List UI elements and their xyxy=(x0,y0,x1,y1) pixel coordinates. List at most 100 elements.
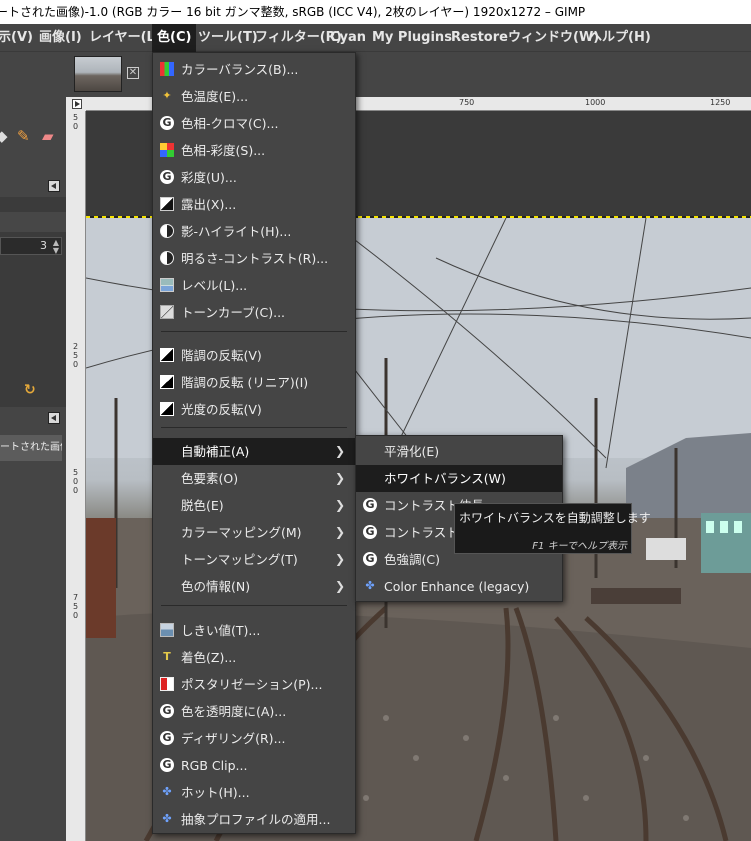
menu-item-hue-chroma[interactable]: G 色相-クロマ(C)... xyxy=(153,110,355,137)
menu-item-hot[interactable]: ✤ ホット(H)... xyxy=(153,779,355,806)
menu-item-info[interactable]: 色の情報(N) ❯ xyxy=(153,573,355,600)
menu-item-rgb-clip[interactable]: G RGB Clip... xyxy=(153,752,355,779)
tool-options-header xyxy=(0,212,66,232)
colors-menu: カラーバランス(B)... ✦ 色温度(E)... G 色相-クロマ(C)...… xyxy=(152,52,356,834)
menu-item-equalize[interactable]: 平滑化(E) xyxy=(356,438,562,465)
size-spinbox[interactable]: 3 ▲ ▼ xyxy=(0,237,62,255)
menu-cyan[interactable]: Cyan xyxy=(330,24,366,52)
close-image-icon[interactable]: ✕ xyxy=(127,67,139,79)
menu-item-abstract-profile[interactable]: ✤ 抽象プロファイルの適用... xyxy=(153,806,355,833)
menu-help[interactable]: ヘルプ(H) xyxy=(589,24,651,52)
menu-item-auto[interactable]: 自動補正(A) ❯ xyxy=(153,438,355,465)
chevron-right-icon: ❯ xyxy=(334,444,345,458)
color-balance-icon xyxy=(160,62,174,76)
tooltip-help-hint: F1 キーでヘルプ表示 xyxy=(532,541,627,552)
plugin-icon: ✤ xyxy=(162,785,172,798)
curves-icon xyxy=(160,305,174,319)
menu-item-levels[interactable]: レベル(L)... xyxy=(153,272,355,299)
menu-item-components[interactable]: 色要素(O) ❯ xyxy=(153,465,355,492)
menu-item-color-temperature[interactable]: ✦ 色温度(E)... xyxy=(153,83,355,110)
menu-item-color-map[interactable]: カラーマッピング(M) ❯ xyxy=(153,519,355,546)
menu-item-shadows-highlights[interactable]: 影-ハイライト(H)... xyxy=(153,218,355,245)
ruler-tick-label: 5 xyxy=(73,113,79,122)
bucket-tool-icon[interactable]: ◆ xyxy=(0,127,8,145)
invert-icon xyxy=(160,348,174,362)
menu-item-brightness-contrast[interactable]: 明るさ-コントラスト(R)... xyxy=(153,245,355,272)
reset-icon[interactable]: ↻ xyxy=(24,382,36,398)
posterize-icon xyxy=(160,677,174,691)
menu-colors[interactable]: 色(C) xyxy=(152,24,197,52)
menu-item-value-invert[interactable]: 光度の反転(V) xyxy=(153,396,355,423)
gegl-icon: G xyxy=(160,731,174,745)
menu-item-posterize[interactable]: ポスタリゼーション(P)... xyxy=(153,671,355,698)
exposure-icon xyxy=(160,197,174,211)
invert-icon xyxy=(160,375,174,389)
ruler-tick-label: 5 xyxy=(73,468,79,477)
menu-item-color-enhance-legacy[interactable]: ✤ Color Enhance (legacy) xyxy=(356,573,562,600)
menubar: 示(V) 画像(I) レイヤー(L) 色(C) ツール(T) フィルター(R) … xyxy=(0,24,751,52)
menu-item-color-to-alpha[interactable]: G 色を透明度に(A)... xyxy=(153,698,355,725)
menu-restore[interactable]: Restore xyxy=(451,24,508,52)
color-temperature-icon: ✦ xyxy=(162,89,172,102)
chevron-right-icon: ❯ xyxy=(334,498,345,512)
ruler-tick-label: 0 xyxy=(73,611,79,620)
chevron-right-icon: ❯ xyxy=(334,552,345,566)
ruler-tick-label: 5 xyxy=(73,351,79,360)
tooltip-text: ホワイトバランスを自動調整します xyxy=(459,511,651,525)
size-value: 3 xyxy=(40,239,47,252)
dock-menu-button-2[interactable] xyxy=(48,412,60,424)
menu-separator xyxy=(161,427,347,428)
dock-menu-button[interactable] xyxy=(48,180,60,192)
gegl-icon: G xyxy=(160,170,174,184)
menu-filters[interactable]: フィルター(R) xyxy=(255,24,342,52)
spin-arrows-icon[interactable]: ▲ ▼ xyxy=(53,239,59,255)
chevron-right-icon: ❯ xyxy=(334,579,345,593)
plugin-icon: ✤ xyxy=(162,812,172,825)
ruler-tick-label: 0 xyxy=(73,360,79,369)
menu-item-colorize[interactable]: T 着色(Z)... xyxy=(153,644,355,671)
menu-item-dither[interactable]: G ディザリング(R)... xyxy=(153,725,355,752)
ruler-tick-label: 1000 xyxy=(585,98,606,107)
gegl-icon: G xyxy=(363,552,377,566)
ruler-tick-label: 1250 xyxy=(710,98,731,107)
menu-separator xyxy=(161,605,347,606)
ruler-tick-label: 0 xyxy=(73,477,79,486)
eraser-tool-icon[interactable]: ▰ xyxy=(42,127,54,145)
menu-item-curves[interactable]: トーンカーブ(C)... xyxy=(153,299,355,326)
menu-tools[interactable]: ツール(T) xyxy=(198,24,258,52)
pencil-tool-icon[interactable]: ✎ xyxy=(17,127,30,145)
menu-item-threshold[interactable]: しきい値(T)... xyxy=(153,617,355,644)
menu-image[interactable]: 画像(I) xyxy=(39,24,82,52)
plugin-icon: ✤ xyxy=(365,579,375,592)
menu-item-hue-saturation[interactable]: 色相-彩度(S)... xyxy=(153,137,355,164)
ruler-tick-label: 0 xyxy=(73,486,79,495)
image-tab[interactable]: ートされた画像)- xyxy=(0,435,62,461)
menu-separator xyxy=(161,331,347,332)
levels-icon xyxy=(160,278,174,292)
menu-view[interactable]: 示(V) xyxy=(0,24,33,52)
menu-my-plugins[interactable]: My Plugins xyxy=(372,24,452,52)
menu-item-tone-mapping[interactable]: トーンマッピング(T) ❯ xyxy=(153,546,355,573)
menu-item-saturation[interactable]: G 彩度(U)... xyxy=(153,164,355,191)
menu-item-exposure[interactable]: 露出(X)... xyxy=(153,191,355,218)
menu-layer[interactable]: レイヤー(L) xyxy=(89,24,161,52)
chevron-right-icon: ❯ xyxy=(334,471,345,485)
gegl-icon: G xyxy=(160,116,174,130)
menu-item-desaturate[interactable]: 脱色(E) ❯ xyxy=(153,492,355,519)
quick-mask-toggle-icon[interactable] xyxy=(72,99,82,109)
ruler-corner xyxy=(66,97,86,111)
vertical-ruler[interactable]: 5 0 2 5 0 5 0 0 7 5 0 xyxy=(66,111,86,841)
ruler-tick-label: 0 xyxy=(73,122,79,131)
menu-windows[interactable]: ウィンドウ(W) xyxy=(508,24,599,52)
ruler-tick-label: 5 xyxy=(73,602,79,611)
gegl-icon: G xyxy=(160,704,174,718)
image-thumbnail[interactable] xyxy=(74,56,122,92)
menu-item-invert[interactable]: 階調の反転(V) xyxy=(153,342,355,369)
menu-item-white-balance[interactable]: ホワイトバランス(W) xyxy=(356,465,562,492)
ruler-tick-label: 750 xyxy=(459,98,475,107)
menu-item-color-balance[interactable]: カラーバランス(B)... xyxy=(153,56,355,83)
menu-item-linear-invert[interactable]: 階調の反転 (リニア)(I) xyxy=(153,369,355,396)
threshold-icon xyxy=(160,623,174,637)
tooltip: ホワイトバランスを自動調整します F1 キーでヘルプ表示 xyxy=(454,503,651,554)
window-title: ートされた画像)-1.0 (RGB カラー 16 bit ガンマ整数, sRGB… xyxy=(0,5,586,19)
